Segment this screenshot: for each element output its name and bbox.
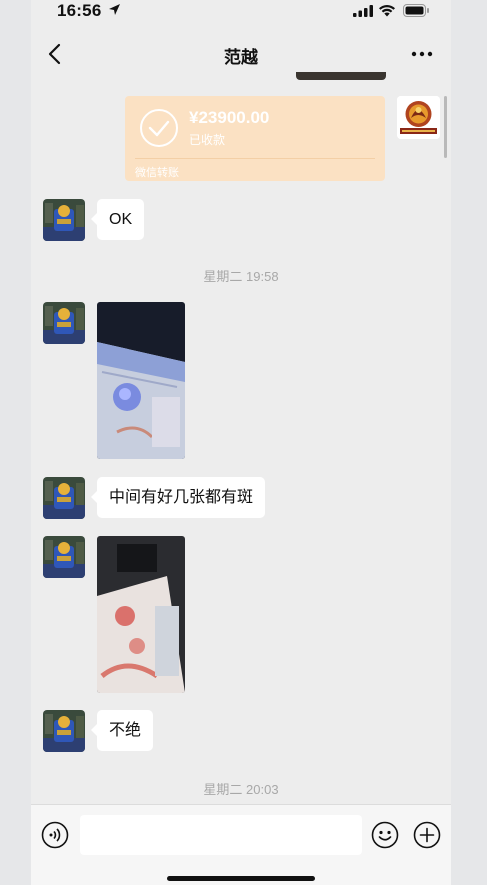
message-input[interactable] [80,815,362,855]
transfer-label: 微信转账 [135,167,179,179]
phoenix-logo-icon [397,96,440,139]
voice-icon[interactable] [41,821,69,849]
avatar-image-icon [43,710,85,752]
message-text: OK [109,211,133,228]
banknote-photo [97,536,185,693]
message-bubble[interactable]: 中间有好几张都有斑 [90,477,266,518]
wifi-icon [379,5,395,17]
transfer-amount: ¥23900.00 [189,108,270,127]
timestamp: 星期二 19:58 [203,269,279,284]
message-bubble[interactable]: OK [90,199,145,240]
avatar-image-icon [43,477,85,519]
transfer-card[interactable]: ¥23900.00 已收款 微信转账 [125,96,385,181]
status-time: 16:56 [57,1,102,20]
input-bar [31,804,451,885]
nav-bar: 范越 [31,30,451,78]
plus-icon[interactable] [413,821,441,849]
chat-title: 范越 [224,48,258,67]
contact-avatar[interactable] [43,477,85,519]
message-text: 中间有好几张都有斑 [109,489,254,506]
check-circle-icon [140,109,178,147]
more-icon[interactable] [409,42,435,66]
banknote-uv-photo [97,302,185,459]
contact-avatar[interactable] [43,710,85,752]
scroll-indicator[interactable] [444,96,447,158]
status-bar: 16:56 [31,0,451,24]
avatar-image-icon [43,302,85,344]
contact-avatar[interactable] [43,302,85,344]
contact-avatar[interactable] [43,199,85,241]
transfer-divider [135,158,375,159]
previous-image-edge [296,72,386,80]
avatar-image-icon [43,199,85,241]
message-text: 不绝 [109,722,142,739]
image-message[interactable] [97,302,185,459]
contact-avatar[interactable] [43,536,85,578]
image-message[interactable] [97,536,185,693]
location-arrow-icon [109,4,120,15]
chat-screen: 16:56 范越 ¥23900.00 已收款 微信转账 OK 星期二 19:58… [31,0,451,885]
emoji-icon[interactable] [371,821,399,849]
my-avatar[interactable] [397,96,440,139]
timestamp: 星期二 20:03 [203,782,279,797]
avatar-image-icon [43,536,85,578]
battery-icon [403,4,429,17]
signal-icon [353,5,373,17]
home-indicator[interactable] [167,876,315,881]
message-bubble[interactable]: 不绝 [90,710,154,751]
transfer-status: 已收款 [189,133,226,147]
